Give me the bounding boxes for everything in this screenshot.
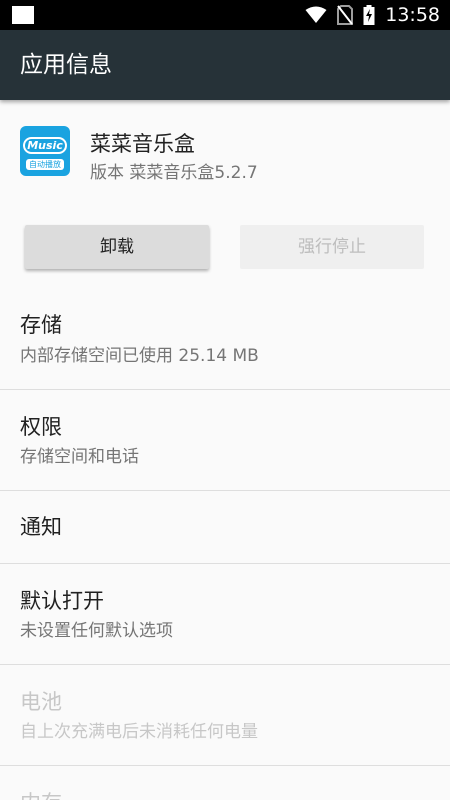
settings-item-subtitle: 内部存储空间已使用 25.14 MB bbox=[20, 346, 259, 366]
status-time: 13:58 bbox=[385, 4, 440, 26]
settings-item-title: 通知 bbox=[20, 515, 62, 539]
settings-item-notifications[interactable]: 通知 bbox=[0, 491, 450, 564]
settings-item-title: 权限 bbox=[20, 415, 62, 439]
app-version: 版本 菜菜音乐盒5.2.7 bbox=[90, 163, 258, 183]
settings-item-title: 内存 bbox=[20, 790, 62, 800]
app-icon-subtext: 自动播放 bbox=[26, 159, 64, 170]
settings-item-title: 存储 bbox=[20, 313, 62, 337]
no-sim-icon bbox=[337, 5, 354, 25]
settings-item-subtitle: 存储空间和电话 bbox=[20, 447, 139, 467]
settings-item-subtitle: 自上次充满电后未消耗任何电量 bbox=[20, 722, 258, 742]
settings-item-subtitle: 未设置任何默认选项 bbox=[20, 621, 173, 641]
settings-item-storage[interactable]: 存储 内部存储空间已使用 25.14 MB bbox=[0, 290, 450, 390]
settings-item-permissions[interactable]: 权限 存储空间和电话 bbox=[0, 390, 450, 491]
wifi-icon bbox=[305, 6, 327, 23]
battery-charging-icon bbox=[363, 5, 375, 25]
notification-icon bbox=[12, 6, 34, 24]
settings-item-memory[interactable]: 内存 bbox=[0, 766, 450, 800]
settings-item-battery[interactable]: 电池 自上次充满电后未消耗任何电量 bbox=[0, 665, 450, 766]
settings-item-title: 电池 bbox=[20, 690, 62, 714]
app-name: 菜菜音乐盒 bbox=[90, 132, 195, 156]
settings-item-open-by-default[interactable]: 默认打开 未设置任何默认选项 bbox=[0, 564, 450, 665]
settings-item-title: 默认打开 bbox=[20, 589, 104, 613]
status-bar: 13:58 bbox=[0, 0, 450, 30]
app-icon-wordmark: Music bbox=[23, 137, 67, 154]
status-icons: 13:58 bbox=[305, 0, 440, 30]
app-header: Music 自动播放 菜菜音乐盒 版本 菜菜音乐盒5.2.7 bbox=[0, 100, 450, 210]
uninstall-button[interactable]: 卸载 bbox=[25, 225, 209, 269]
app-bar: 应用信息 bbox=[0, 30, 450, 100]
page-title: 应用信息 bbox=[20, 52, 112, 78]
app-icon: Music 自动播放 bbox=[20, 126, 70, 176]
force-stop-button[interactable]: 强行停止 bbox=[240, 225, 424, 269]
